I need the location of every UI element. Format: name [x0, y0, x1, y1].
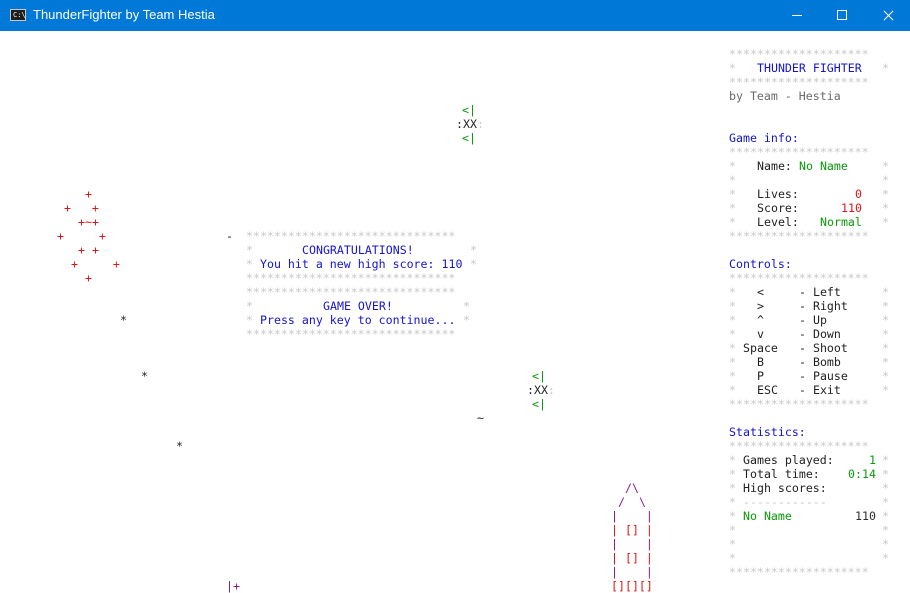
control-action: - Down [799, 327, 841, 341]
enemy-bottom: <| [532, 397, 546, 411]
ship-row: | [] | [611, 551, 653, 565]
explosion-row: + + [64, 201, 99, 215]
control-action: - Exit [799, 383, 841, 397]
ship-row: | | [611, 509, 653, 523]
ship-row: | | [611, 537, 653, 551]
control-key: B [757, 355, 764, 369]
maximize-icon [837, 10, 847, 20]
explosion-row: + + [78, 243, 99, 257]
lives-label: Lives: [757, 187, 799, 201]
maximize-button[interactable] [820, 0, 866, 31]
high-score-message: You hit a new high score: 110 [260, 257, 463, 271]
ship-row: /\ [625, 481, 639, 495]
explosion-row: + [85, 187, 92, 201]
explosion-row: + + [71, 257, 120, 271]
control-key: ^ [757, 313, 764, 327]
panel-border: ******************** [729, 397, 869, 411]
control-action: - Up [799, 313, 827, 327]
close-button[interactable] [865, 0, 910, 31]
dialog-border: ****************************** [246, 327, 456, 341]
control-action: - Pause [799, 369, 848, 383]
control-key: ESC [757, 383, 778, 397]
control-key: > [757, 299, 764, 313]
score-label: Score: [757, 201, 799, 215]
game-over-text: GAME OVER! [323, 299, 393, 313]
control-action: - Shoot [799, 341, 848, 355]
games-played-label: Games played: [743, 453, 834, 467]
star: * [141, 369, 148, 383]
game-console[interactable]: <| :XX : <| <| :XX : <| + + + +~+ + + + … [0, 31, 910, 593]
control-key: P [757, 369, 764, 383]
name-value: No Name [799, 159, 848, 173]
panel-border: ******************** [729, 565, 869, 579]
ship-row: / \ [618, 495, 646, 509]
panel-border: ******************** [729, 271, 869, 285]
high-scores-label: High scores: [743, 481, 827, 495]
tilde-debris: ~ [477, 411, 484, 425]
controls-header: Controls: [729, 257, 792, 271]
team-label: by Team - Hestia [729, 89, 841, 103]
window-title: ThunderFighter by Team Hestia [33, 7, 215, 22]
congrats-text: CONGRATULATIONS! [302, 243, 414, 257]
dialog-border: ****************************** [246, 271, 456, 285]
game-title: THUNDER FIGHTER [757, 61, 862, 75]
panel-border: ******************** [729, 75, 869, 89]
title-bar: C:\ ThunderFighter by Team Hestia [0, 0, 910, 31]
dialog-border: ****************************** [246, 285, 456, 299]
dash-divider: ------------ [743, 495, 827, 509]
control-key: < [757, 285, 764, 299]
dialog-border: ****************************** [246, 229, 456, 243]
level-value: Normal [820, 215, 862, 229]
panel-border: ******************** [729, 47, 869, 61]
high-score-name: No Name [743, 509, 792, 523]
game-info-header: Game info: [729, 131, 799, 145]
enemy-body: :XX [527, 383, 548, 397]
console-icon[interactable]: C:\ [10, 9, 26, 21]
score-value: 110 [841, 201, 862, 215]
star: * [176, 439, 183, 453]
panel-border: ******************** [729, 439, 869, 453]
press-key-text: Press any key to continue... [260, 313, 456, 327]
explosion-row: + [85, 271, 92, 285]
total-time-value: 0:14 [848, 467, 876, 481]
control-action: - Right [799, 299, 848, 313]
star: * [120, 313, 127, 327]
enemy-top: <| [462, 103, 476, 117]
enemy-tail: : [548, 383, 555, 397]
enemy-tail: : [477, 117, 484, 131]
ship-row: | [] | [611, 523, 653, 537]
minimize-icon [792, 15, 802, 16]
level-label: Level: [757, 215, 799, 229]
lives-value: 0 [855, 187, 862, 201]
panel-border: ******************** [729, 145, 869, 159]
enemy-body: :XX [456, 117, 477, 131]
control-key: v [757, 327, 764, 341]
games-played-value: 1 [869, 453, 876, 467]
statistics-header: Statistics: [729, 425, 806, 439]
enemy-top: <| [532, 369, 546, 383]
total-time-label: Total time: [743, 467, 820, 481]
explosion-row: +~+ [78, 215, 99, 229]
minimize-button[interactable] [774, 0, 820, 31]
explosion-row: + + [57, 229, 106, 243]
panel-border: ******************** [729, 229, 869, 243]
enemy-bottom: <| [462, 131, 476, 145]
control-action: - Bomb [799, 355, 841, 369]
ship-row: | | [611, 565, 653, 579]
name-label: Name: [757, 159, 792, 173]
control-action: - Left [799, 285, 841, 299]
control-key: Space [743, 341, 778, 355]
high-score-value: 110 [855, 509, 876, 523]
dash-debris: - [226, 229, 233, 243]
